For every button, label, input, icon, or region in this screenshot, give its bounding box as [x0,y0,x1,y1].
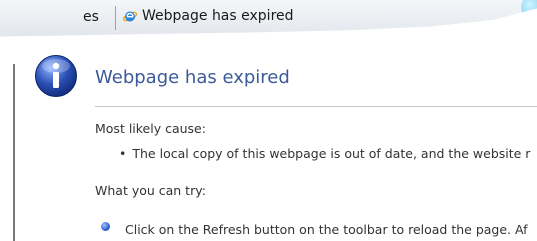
blue-bullet-icon [101,222,110,231]
info-icon [35,55,77,97]
tab-strip: es Webpage has expired [0,0,537,37]
page-left-border [13,64,15,241]
cause-list-item: • The local copy of this webpage is out o… [119,146,530,161]
cause-item-text: The local copy of this webpage is out of… [132,146,531,161]
tab-webpage-expired[interactable]: Webpage has expired [122,8,294,24]
tab-title: Webpage has expired [142,8,294,24]
tab-separator [115,6,116,30]
heading-divider [95,106,537,107]
tab-previous-partial[interactable]: es [83,9,99,25]
browser-window: es Webpage has expired Webpage has expir… [0,0,537,241]
try-list-item: Click on the Refresh button on the toolb… [125,222,528,237]
list-bullet: • [119,146,127,161]
ie-logo-icon [122,11,138,22]
decorative-swoosh-icon [521,0,537,18]
page-title: Webpage has expired [95,67,290,88]
try-label: What you can try: [95,183,206,198]
cause-label: Most likely cause: [95,121,206,136]
